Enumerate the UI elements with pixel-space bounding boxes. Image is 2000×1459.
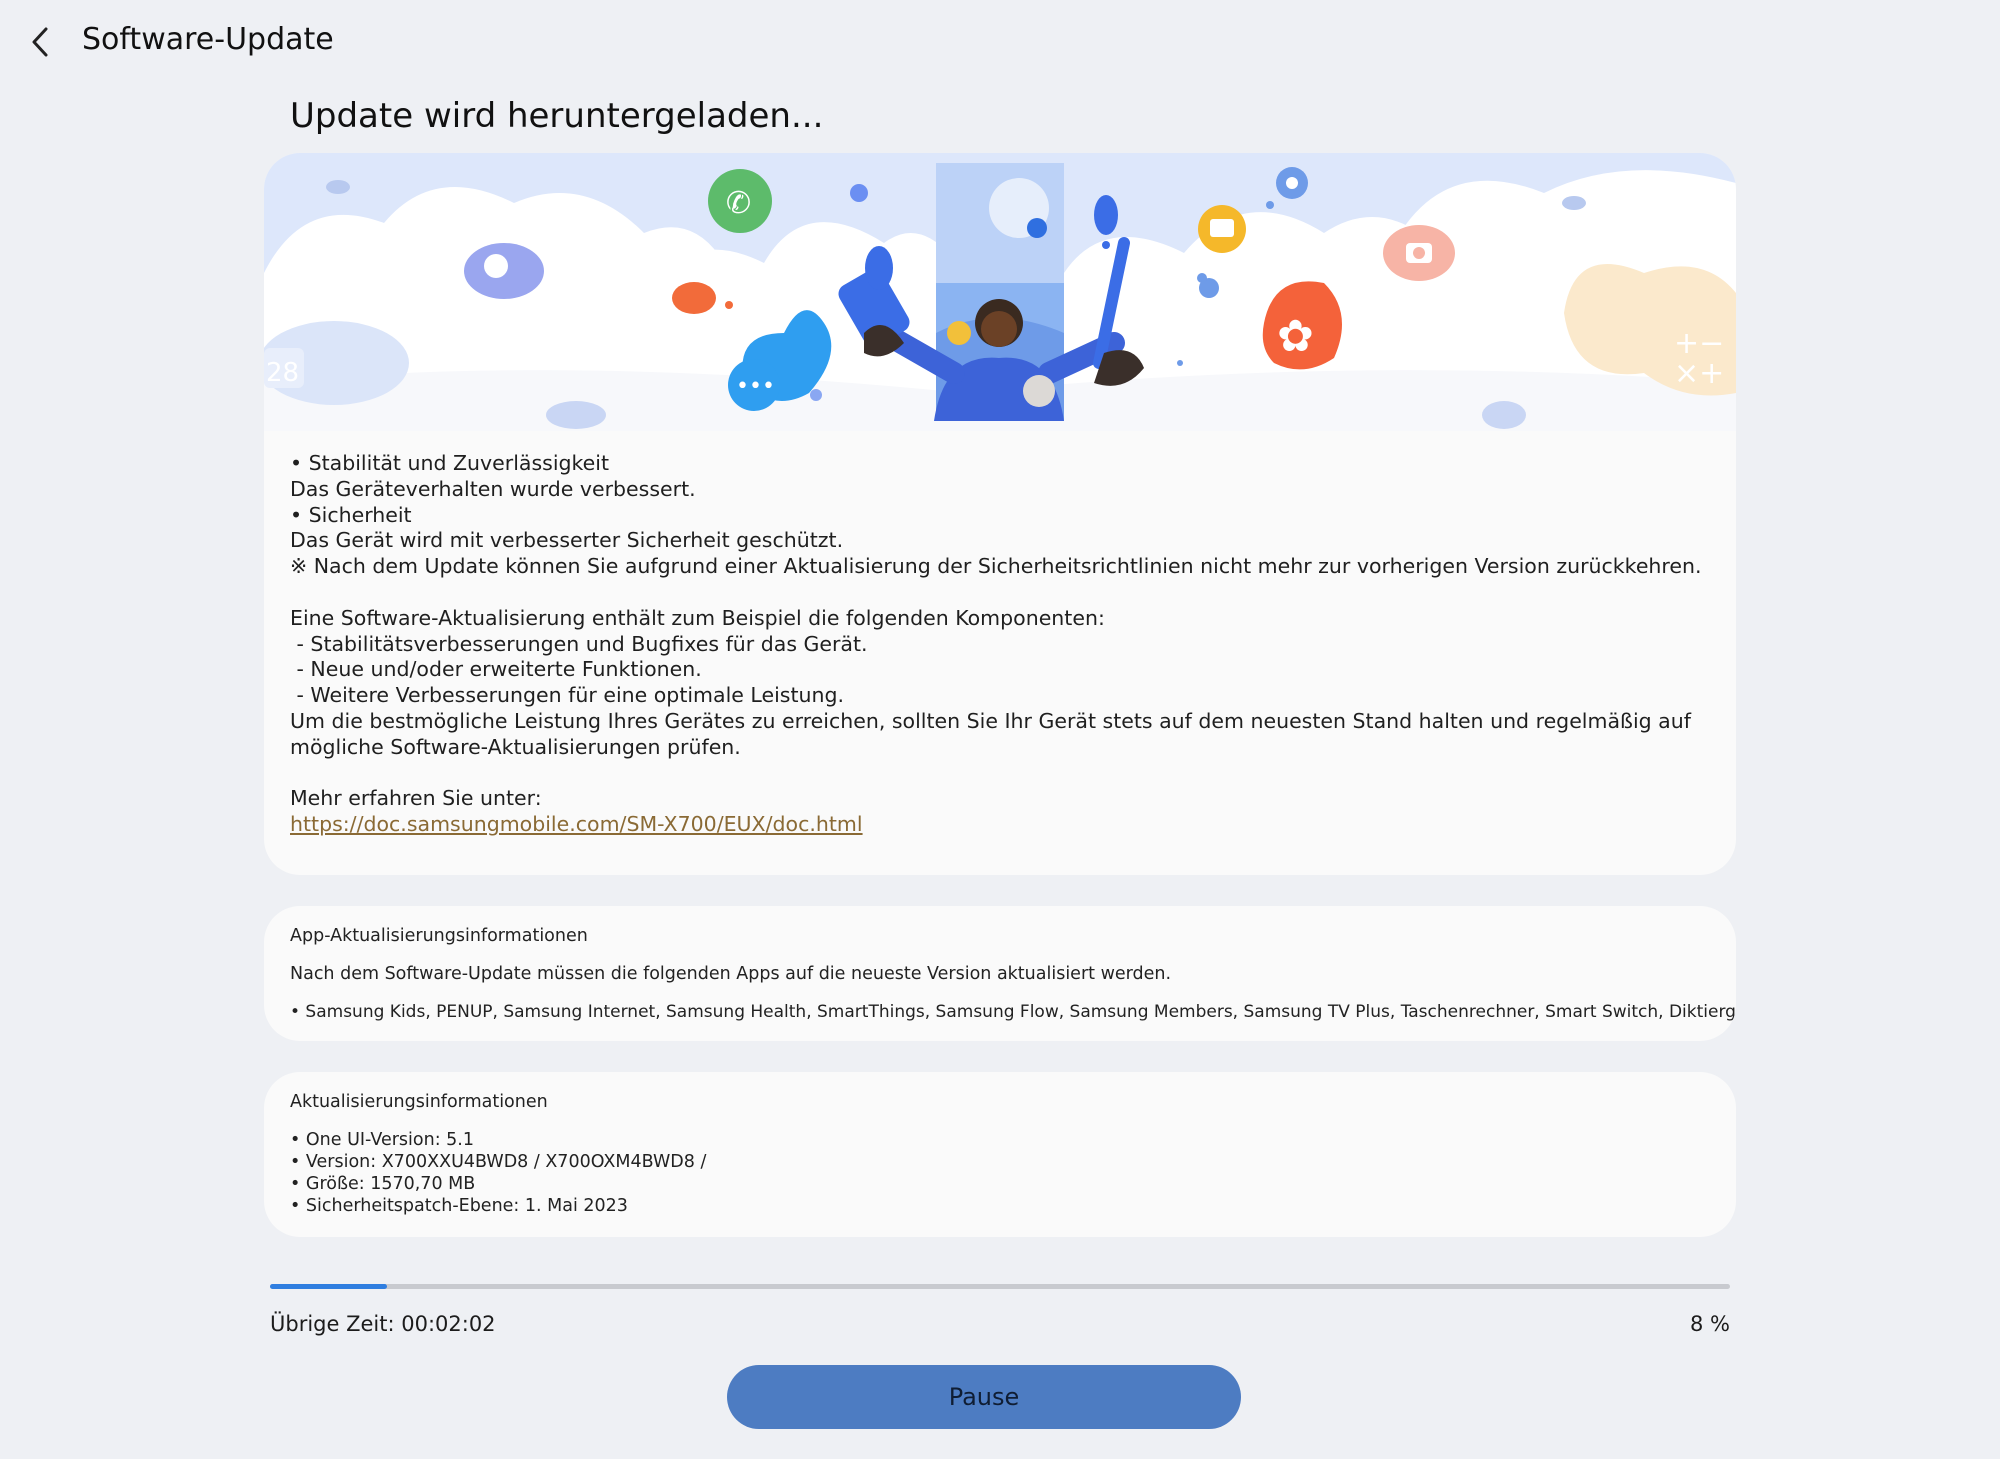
notes-line: Das Geräteverhalten wurde verbessert. (290, 476, 696, 501)
notes-line (290, 761, 1706, 787)
update-info-item: • Sicherheitspatch-Ebene: 1. Mai 2023 (290, 1196, 628, 1216)
time-remaining: Übrige Zeit: 00:02:02 (270, 1312, 496, 1336)
update-illustration: 28 ✆ ••• ✿ +− ×+ (264, 153, 1736, 431)
notes-line-link: https://doc.samsungmobile.com/SM-X700/EU… (290, 812, 1706, 838)
notes-line (290, 580, 1706, 606)
release-notes-card: 28 ✆ ••• ✿ +− ×+ • Stabilität und Zuverl… (264, 153, 1736, 875)
progress-percent: 8 % (1690, 1312, 1730, 1336)
notes-line: - Stabilitätsverbesserungen und Bugfixes… (290, 631, 868, 656)
page-title: Update wird heruntergeladen... (290, 96, 824, 136)
notes-line: Das Gerät wird mit verbesserter Sicherhe… (290, 528, 844, 553)
notes-line: Mehr erfahren Sie unter: (290, 786, 542, 811)
chevron-left-icon (32, 27, 48, 57)
svg-text:✆: ✆ (726, 186, 751, 221)
svg-text:•••: ••• (736, 374, 775, 399)
update-info-item: • Größe: 1570,70 MB (290, 1174, 476, 1194)
notes-line: - Weitere Verbesserungen für eine optima… (290, 683, 845, 708)
notes-line: Um die bestmögliche Leistung Ihres Gerät… (290, 708, 1691, 759)
svg-text:✿: ✿ (1277, 311, 1314, 362)
top-bar: Software-Update (0, 0, 2000, 86)
pause-button[interactable]: Pause (727, 1365, 1241, 1429)
notes-line: ※ Nach dem Update können Sie aufgrund ei… (290, 554, 1702, 579)
app-update-info-list: • Samsung Kids, PENUP, Samsung Internet,… (290, 1002, 1736, 1022)
update-info-item: • Version: X700XXU4BWD8 / X700OXM4BWD8 / (290, 1152, 707, 1172)
back-button[interactable] (22, 20, 60, 64)
notes-line: • Stabilität und Zuverlässigkeit (290, 451, 610, 475)
update-info-card: Aktualisierungsinformationen • One UI-Ve… (264, 1072, 1736, 1237)
svg-text:28: 28 (266, 358, 299, 388)
svg-text:×+: ×+ (1674, 356, 1724, 391)
notes-line: • Sicherheit (290, 502, 412, 527)
update-info-title: Aktualisierungsinformationen (290, 1092, 548, 1112)
update-info-item: • One UI-Version: 5.1 (290, 1130, 474, 1150)
release-notes: • Stabilität und Zuverlässigkeit Das Ger… (290, 451, 1706, 838)
app-update-info-title: App-Aktualisierungsinformationen (290, 926, 588, 946)
app-title: Software-Update (82, 22, 334, 57)
learn-more-link[interactable]: https://doc.samsungmobile.com/SM-X700/EU… (290, 812, 863, 836)
notes-line: Eine Software-Aktualisierung enthält zum… (290, 605, 1105, 630)
notes-line: - Neue und/oder erweiterte Funktionen. (290, 657, 702, 682)
app-update-info-description: Nach dem Software-Update müssen die folg… (290, 964, 1172, 984)
app-update-info-card: App-Aktualisierungsinformationen Nach de… (264, 906, 1736, 1041)
download-progress-fill (270, 1284, 387, 1289)
download-progress-bar (270, 1284, 1730, 1289)
